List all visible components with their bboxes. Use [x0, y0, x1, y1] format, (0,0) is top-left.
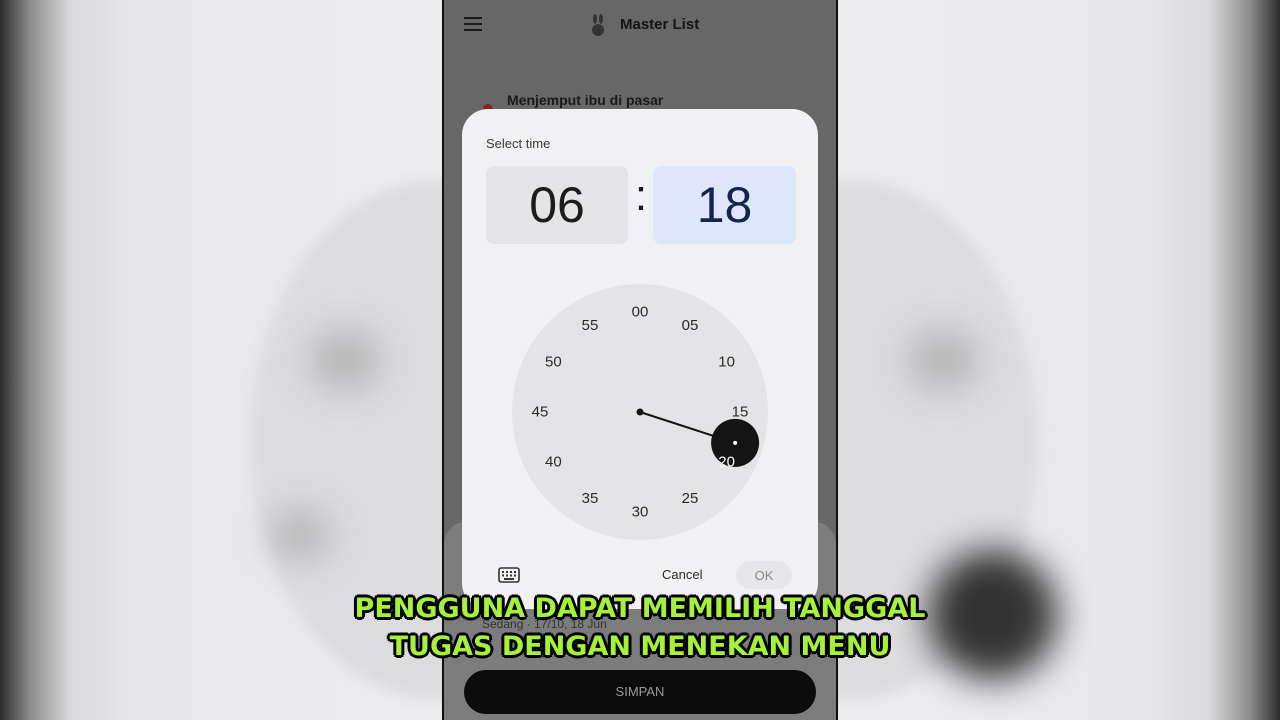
save-button[interactable]: SIMPAN — [464, 670, 816, 714]
selector-overlap-label: 20 — [718, 454, 735, 471]
blurred-shape — [310, 330, 380, 390]
dial-label-05[interactable]: 05 — [682, 317, 699, 334]
dial-label-30[interactable]: 30 — [632, 504, 649, 521]
hour-field[interactable]: 06 — [486, 166, 628, 244]
rabbit-logo-icon — [588, 13, 608, 37]
caption-line-1: PENGGUNA DAPAT MEMILIH TANGGAL — [354, 593, 926, 624]
dial-label-50[interactable]: 50 — [545, 354, 562, 371]
clock-dial[interactable]: 000510152025303540455055 20 — [512, 284, 768, 540]
caption-line-2: TUGAS DENGAN MENEKAN MENU — [389, 631, 891, 662]
app-bar: Master List — [444, 0, 836, 52]
time-picker-dialog: Select time 06 : 18 00 05 10 15 20 25 30 35 40 45… — [462, 109, 818, 609]
dial-label-00[interactable]: 00 — [632, 304, 649, 321]
app-title: Master List — [620, 16, 700, 33]
dial-label-15[interactable]: 15 — [732, 404, 749, 421]
minute-field[interactable]: 18 — [653, 166, 796, 244]
time-separator: : — [634, 171, 648, 220]
dial-label-55[interactable]: 55 — [582, 317, 599, 334]
dial-label-45[interactable]: 45 — [532, 404, 549, 421]
dialog-title: Select time — [486, 136, 551, 151]
dial-label-25[interactable]: 25 — [682, 490, 699, 507]
dial-label-35[interactable]: 35 — [582, 490, 599, 507]
blurred-shape — [270, 510, 330, 560]
ok-button[interactable]: OK — [736, 561, 792, 589]
dial-label-10[interactable]: 10 — [718, 354, 735, 371]
menu-icon[interactable] — [464, 17, 482, 31]
video-caption: PENGGUNA DAPAT MEMILIH TANGGAL TUGAS DEN… — [0, 590, 1280, 666]
dial-label-40[interactable]: 40 — [545, 454, 562, 471]
blurred-shape — [908, 330, 978, 390]
background-task-title: Menjemput ibu di pasar — [507, 92, 664, 108]
clock-center — [636, 408, 644, 416]
cancel-button[interactable]: Cancel — [662, 567, 702, 582]
keyboard-icon[interactable] — [498, 567, 520, 583]
selector-dot — [733, 440, 738, 445]
